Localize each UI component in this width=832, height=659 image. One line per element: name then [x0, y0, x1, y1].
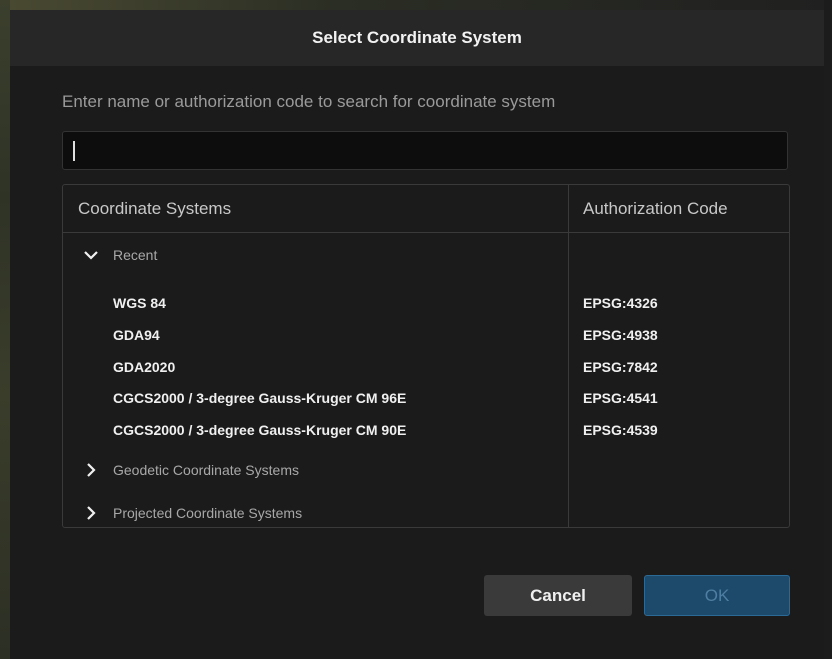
table-row[interactable]: GDA2020 EPSG:7842: [63, 353, 789, 381]
table-row[interactable]: CGCS2000 / 3-degree Gauss-Kruger CM 90E …: [63, 416, 789, 444]
group-row-recent[interactable]: Recent: [63, 241, 789, 269]
search-input[interactable]: [62, 131, 788, 170]
authorization-code: EPSG:4326: [583, 295, 658, 311]
authorization-code: EPSG:4539: [583, 422, 658, 438]
group-row-projected[interactable]: Projected Coordinate Systems: [63, 499, 789, 527]
dialog-title: Select Coordinate System: [10, 10, 824, 66]
select-coordinate-system-dialog: Select Coordinate System Enter name or a…: [10, 10, 824, 659]
table-row[interactable]: CGCS2000 / 3-degree Gauss-Kruger CM 96E …: [63, 384, 789, 412]
coordinate-system-name: GDA94: [113, 327, 160, 343]
chevron-down-icon[interactable]: [83, 247, 99, 263]
coordinate-system-name: GDA2020: [113, 359, 176, 375]
authorization-code: EPSG:7842: [583, 359, 658, 375]
text-caret: [73, 141, 75, 161]
authorization-code: EPSG:4938: [583, 327, 658, 343]
group-label-recent: Recent: [113, 247, 158, 263]
column-header-coordinate-systems[interactable]: Coordinate Systems: [78, 199, 231, 219]
map-backdrop-right: [824, 0, 832, 659]
table-row[interactable]: GDA94 EPSG:4938: [63, 321, 789, 349]
ok-button[interactable]: OK: [644, 575, 790, 616]
group-label-geodetic: Geodetic Coordinate Systems: [113, 462, 299, 478]
authorization-code: EPSG:4541: [583, 390, 658, 406]
column-header-authorization-code[interactable]: Authorization Code: [583, 199, 728, 219]
chevron-right-icon[interactable]: [83, 462, 99, 478]
map-backdrop-left: [0, 0, 10, 659]
table-row[interactable]: WGS 84 EPSG:4326: [63, 289, 789, 317]
group-label-projected: Projected Coordinate Systems: [113, 505, 303, 521]
chevron-right-icon[interactable]: [83, 505, 99, 521]
cancel-button[interactable]: Cancel: [484, 575, 632, 616]
coordinate-system-name: WGS 84: [113, 295, 166, 311]
group-row-geodetic[interactable]: Geodetic Coordinate Systems: [63, 456, 789, 484]
map-backdrop-top: [0, 0, 832, 10]
search-prompt: Enter name or authorization code to sear…: [62, 92, 556, 111]
coordinate-systems-table: Coordinate Systems Authorization Code Re…: [62, 184, 790, 528]
table-header: Coordinate Systems Authorization Code: [63, 185, 789, 233]
coordinate-system-name: CGCS2000 / 3-degree Gauss-Kruger CM 96E: [113, 390, 407, 406]
coordinate-system-name: CGCS2000 / 3-degree Gauss-Kruger CM 90E: [113, 422, 407, 438]
